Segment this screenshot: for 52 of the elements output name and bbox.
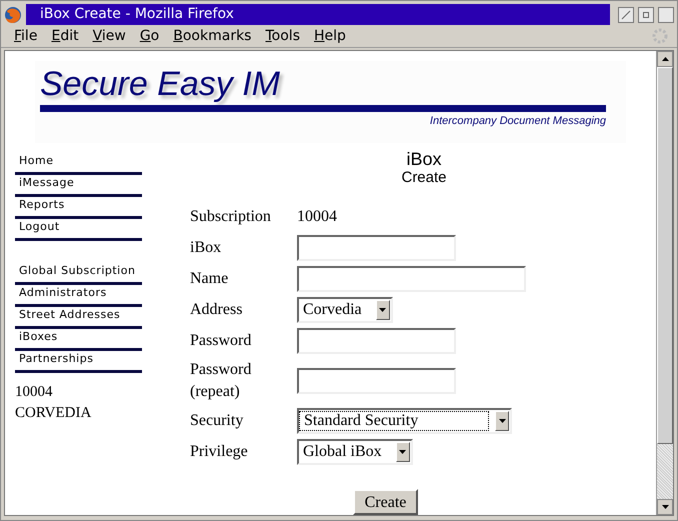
menu-item[interactable]: File	[14, 26, 38, 46]
field-label: iBox	[190, 238, 222, 258]
field-label: Name	[190, 269, 230, 289]
minimize-icon[interactable]	[618, 6, 634, 22]
menu-item[interactable]: View	[92, 26, 126, 46]
menu-item[interactable]: Go	[140, 26, 160, 46]
field-label: Security	[190, 411, 244, 431]
dropdown[interactable]: Corvedia	[297, 297, 393, 323]
account-info: CORVEDIA	[15, 404, 92, 423]
sidebar-link[interactable]: iMessage	[15, 175, 142, 197]
sidebar-link[interactable]: Administrators	[15, 285, 142, 307]
field-label: Password (repeat)	[190, 360, 252, 402]
site-tagline: Intercompany Document Messaging	[430, 114, 606, 129]
sidebar-link[interactable]: Reports	[15, 197, 142, 219]
create-button[interactable]: Create	[352, 489, 418, 515]
title-bar: iBox Create - Mozilla Firefox	[26, 4, 610, 25]
throbber-icon	[651, 27, 669, 45]
scroll-down-icon[interactable]	[662, 505, 668, 509]
sidebar-link[interactable]: Street Addresses	[15, 307, 142, 329]
menu-item[interactable]: Bookmarks	[173, 26, 252, 46]
scroll-up-icon[interactable]	[662, 57, 668, 61]
dropdown[interactable]: Global iBox	[297, 439, 413, 465]
page-subtitle: Create	[401, 169, 447, 187]
sidebar-link[interactable]: iBoxes	[15, 329, 142, 351]
page-title: iBox	[406, 149, 442, 169]
menu-item[interactable]: Tools	[265, 26, 300, 46]
menu-item[interactable]: Help	[314, 26, 346, 46]
browser-logo-icon	[4, 6, 22, 24]
input-field[interactable]	[297, 328, 456, 354]
field-label: Privilege	[190, 442, 249, 462]
site-logo: Secure Easy IM	[40, 65, 281, 103]
caret-icon	[396, 442, 410, 462]
input-field[interactable]	[297, 266, 526, 292]
field-label: Password	[190, 331, 252, 351]
input-field[interactable]	[297, 368, 456, 394]
scrollbar[interactable]	[656, 51, 673, 515]
account-info: 10004	[15, 383, 54, 402]
menu-item[interactable]: Edit	[51, 26, 79, 46]
restore-icon[interactable]	[638, 6, 654, 22]
sidebar-link[interactable]: Home	[15, 153, 142, 175]
sidebar-link[interactable]: Global Subscription	[15, 263, 142, 285]
caret-icon	[495, 411, 510, 431]
sidebar-link[interactable]: Logout	[15, 219, 142, 241]
field-value: 10004	[297, 207, 337, 227]
input-field[interactable]	[297, 235, 456, 261]
maximize-icon[interactable]	[658, 6, 674, 22]
sidebar-link[interactable]: Partnerships	[15, 351, 142, 373]
field-label: Address	[190, 300, 244, 320]
caret-icon	[376, 300, 390, 320]
field-label: Subscription	[190, 207, 272, 227]
dropdown[interactable]: Standard Security	[297, 408, 512, 434]
scrollbar-thumb[interactable]	[657, 67, 673, 444]
